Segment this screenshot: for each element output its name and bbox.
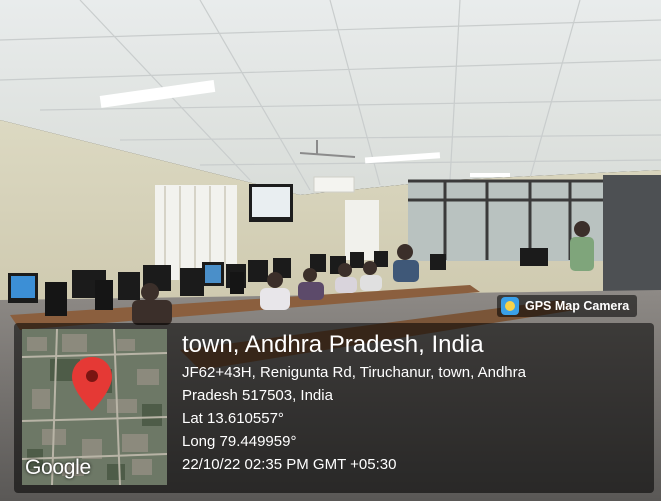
gps-map-camera-icon bbox=[501, 297, 519, 315]
latitude: Lat 13.610557° bbox=[182, 410, 284, 427]
location-title: town, Andhra Pradesh, India bbox=[182, 331, 484, 358]
gps-map-camera-label: GPS Map Camera bbox=[525, 299, 630, 313]
datetime: 22/10/22 02:35 PM GMT +05:30 bbox=[182, 456, 397, 473]
google-logo: Google bbox=[25, 456, 91, 479]
address-line-1: JF62+43H, Renigunta Rd, Tiruchanur, town… bbox=[182, 364, 526, 381]
longitude: Long 79.449959° bbox=[182, 433, 297, 450]
address-line-2: Pradesh 517503, India bbox=[182, 387, 333, 404]
location-info: town, Andhra Pradesh, India JF62+43H, Re… bbox=[182, 329, 644, 476]
satellite-map-thumbnail: Google bbox=[22, 329, 167, 485]
gps-map-camera-badge: GPS Map Camera bbox=[497, 295, 638, 317]
location-overlay: Google town, Andhra Pradesh, India JF62+… bbox=[14, 323, 654, 493]
